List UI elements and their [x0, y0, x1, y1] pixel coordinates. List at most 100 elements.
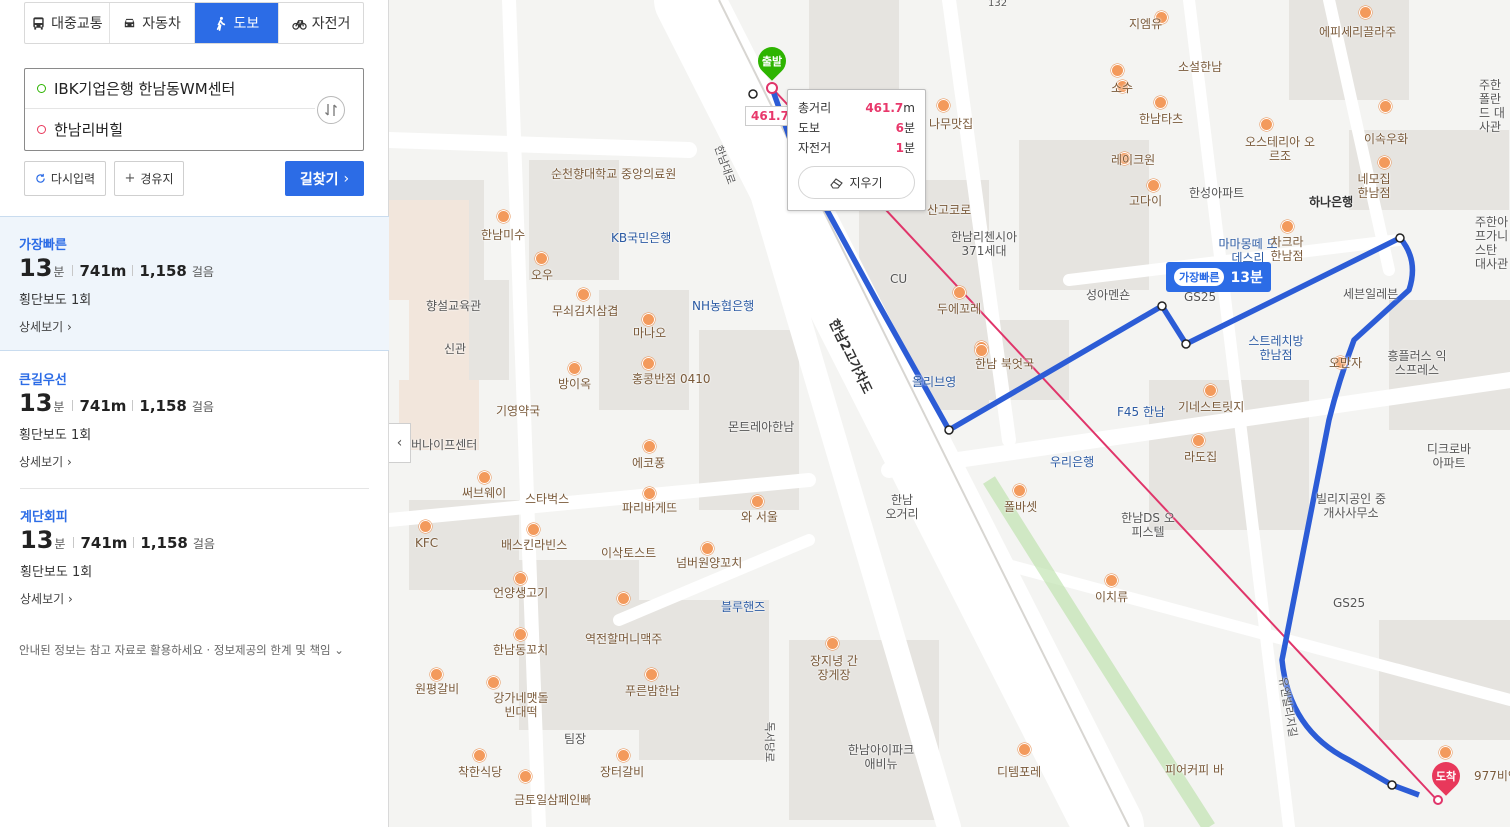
restaurant-icon[interactable] [514, 628, 527, 641]
map-label: 디템포레 [997, 765, 1042, 779]
restaurant-icon[interactable] [642, 357, 655, 370]
map-label: 푸른밤한남 [625, 684, 681, 698]
map-label: 팀장 [564, 732, 587, 746]
restaurant-icon[interactable] [1018, 743, 1031, 756]
map-label: 주한아프가니스탄 대사관 [1475, 215, 1509, 271]
result-steps: 1,158 [139, 397, 187, 415]
result-steps: 1,158 [139, 262, 187, 280]
divider [132, 265, 134, 276]
restaurant-icon[interactable] [617, 592, 630, 605]
detail-link[interactable]: 상세보기 › [20, 590, 73, 607]
restaurant-icon[interactable] [1147, 179, 1160, 192]
divider [72, 265, 74, 276]
find-route-button[interactable]: 길찾기 › [285, 161, 364, 196]
swap-button[interactable] [317, 96, 345, 124]
restaurant-icon[interactable] [514, 572, 527, 585]
steps-unit: 걸음 [191, 400, 214, 414]
map-label: 오우 [531, 268, 554, 282]
map-label: KFC [415, 536, 439, 550]
restaurant-icon[interactable] [577, 288, 590, 301]
result-minutes: 13 [19, 389, 53, 417]
disclaimer-link[interactable]: 안내된 정보는 참고 자료로 활용하세요 · 정보제공의 한계 및 책임 ⌄ [19, 642, 344, 658]
result-steps: 1,158 [140, 534, 188, 552]
restaurant-icon[interactable] [1359, 6, 1372, 19]
tab-transit-label: 대중교통 [51, 16, 103, 32]
restaurant-icon[interactable] [419, 520, 432, 533]
map-canvas[interactable]: 순천향대학교 중앙의료원 KB국민은행 NH농협은행 한남미수 오우 무쇠김치삼… [389, 0, 1510, 827]
restaurant-icon[interactable] [937, 99, 950, 112]
restaurant-icon[interactable] [642, 313, 655, 326]
tab-bicycle[interactable]: 자전거 [279, 3, 363, 43]
tab-transit[interactable]: 대중교통 [25, 3, 110, 43]
result-stats: 13 분 741m 1,158 걸음 [19, 389, 222, 417]
end-field[interactable]: 한남리버힐 [25, 109, 315, 149]
restaurant-icon[interactable] [1260, 118, 1273, 131]
erase-button[interactable]: 지우기 [798, 166, 915, 199]
end-pin-label: 도착 [1435, 770, 1457, 783]
route-result-fastest[interactable]: 가장빠른 13 분 741m 1,158 걸음 횡단보도 1회 상세보기 › [0, 216, 389, 351]
restaurant-icon[interactable] [430, 668, 443, 681]
map-label: 써브웨이 [462, 486, 507, 500]
collapse-sidebar-button[interactable]: ‹ [389, 423, 411, 463]
restaurant-icon[interactable] [478, 471, 491, 484]
restaurant-icon[interactable] [643, 487, 656, 500]
restaurant-icon[interactable] [643, 440, 656, 453]
restaurant-icon[interactable] [535, 252, 548, 265]
map-label: 977비앤 [1474, 769, 1510, 783]
find-label: 길찾기 [299, 171, 339, 188]
restaurant-icon[interactable] [1192, 434, 1205, 447]
map-label: 장지녕 간장게장 [810, 654, 858, 682]
restaurant-icon[interactable] [1379, 100, 1392, 113]
restaurant-icon[interactable] [826, 637, 839, 650]
restaurant-icon[interactable] [1154, 96, 1167, 109]
restaurant-icon[interactable] [645, 668, 658, 681]
restaurant-icon[interactable] [1281, 220, 1294, 233]
map-label: 와 서울 [741, 510, 778, 524]
bike-unit: 분 [903, 141, 915, 155]
bike-label: 자전거 [798, 141, 832, 155]
tab-car[interactable]: 자동차 [110, 3, 195, 43]
start-pin[interactable]: 출발 [752, 41, 792, 83]
restaurant-icon[interactable] [1111, 64, 1124, 77]
map-label: 하나은행 [1309, 195, 1354, 209]
restaurant-icon[interactable] [1105, 574, 1118, 587]
add-via-button[interactable]: + 경유지 [114, 161, 184, 196]
map-label: 에피세리끌라주 [1319, 25, 1397, 39]
restaurant-icon[interactable] [701, 542, 714, 555]
restaurant-icon[interactable] [617, 749, 630, 762]
restaurant-icon[interactable] [751, 495, 764, 508]
restaurant-icon[interactable] [497, 210, 510, 223]
restaurant-icon[interactable] [1439, 746, 1452, 759]
map-label: 성아멘숀 [1086, 288, 1131, 302]
result-distance: 741m [79, 397, 127, 415]
route-result-avoid-stairs[interactable]: 계단회피 13 분 741m 1,158 걸음 횡단보도 1회 상세보기 › [20, 488, 369, 623]
map-label: 몬트레아한남 [728, 420, 795, 434]
chevron-left-icon: ‹ [396, 435, 403, 451]
tab-walk[interactable]: 도보 [194, 3, 280, 43]
route-result-main-road[interactable]: 큰길우선 13 분 741m 1,158 걸음 횡단보도 1회 상세보기 › [0, 352, 389, 487]
detail-link[interactable]: 상세보기 › [19, 453, 72, 470]
restaurant-icon[interactable] [1378, 156, 1391, 169]
detail-label: 상세보기 [19, 320, 64, 334]
restaurant-icon[interactable] [487, 676, 500, 689]
start-field[interactable]: IBK기업은행 한남동WM센터 [25, 69, 315, 109]
map-label: 넘버원양꼬치 [676, 556, 743, 570]
map-label: 금토일삼페인빠 [514, 793, 592, 807]
map-label: 한남DS 오피스텔 [1121, 511, 1175, 539]
map-label: 오스테리아 오르조 [1244, 135, 1316, 163]
end-pin[interactable]: 도착 [1426, 756, 1466, 798]
fastest-route-tag[interactable]: 가장빠른 13분 [1166, 262, 1271, 292]
restaurant-icon[interactable] [1204, 384, 1217, 397]
restaurant-icon[interactable] [1013, 484, 1026, 497]
restaurant-icon[interactable] [568, 362, 581, 375]
map-label: 올리브영 [912, 375, 957, 389]
detail-link[interactable]: 상세보기 › [19, 318, 72, 335]
restaurant-icon[interactable] [519, 770, 532, 783]
restaurant-icon[interactable] [953, 286, 966, 299]
restaurant-icon[interactable] [473, 749, 486, 762]
restaurant-icon[interactable] [527, 523, 540, 536]
reset-button[interactable]: 다시입력 [24, 161, 106, 196]
restaurant-icon[interactable] [975, 344, 988, 357]
steps-unit: 걸음 [191, 265, 214, 279]
chevron-right-icon: › [343, 170, 350, 187]
